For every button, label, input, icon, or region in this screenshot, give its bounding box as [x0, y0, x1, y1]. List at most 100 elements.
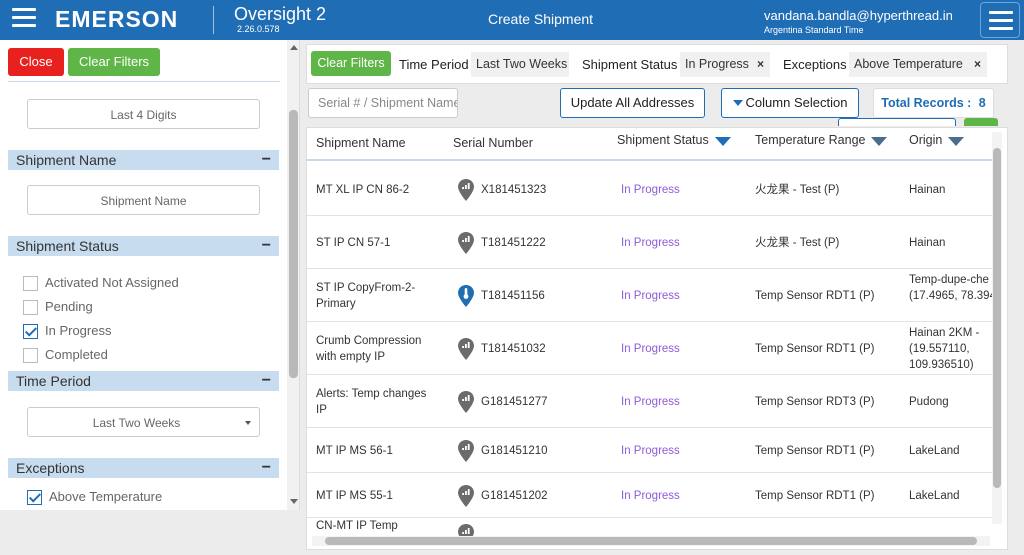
option-label: Activated Not Assigned	[45, 275, 179, 290]
update-all-addresses-button[interactable]: Update All Addresses	[560, 88, 705, 118]
cell-origin: Hainan	[909, 183, 946, 196]
applied-filters-bar: Clear Filters Time Period Last Two Weeks…	[306, 44, 1008, 84]
tracker-pin-icon[interactable]	[458, 390, 474, 413]
remove-icon[interactable]: ×	[757, 52, 764, 77]
col-temperature-range[interactable]: Temperature Range	[755, 133, 888, 147]
main-menu-button[interactable]	[980, 2, 1020, 38]
clear-filters-chip-button[interactable]: Clear Filters	[311, 51, 391, 76]
status-option-pending[interactable]: Pending	[23, 299, 93, 317]
filter-icon[interactable]	[871, 137, 888, 146]
section-title: Time Period	[16, 373, 91, 389]
cell-shipment-name[interactable]: Crumb Compression with empty IP	[316, 333, 434, 365]
table-row[interactable]: MT IP MS 56-1 G181451210 In Progress Temp S…	[307, 428, 993, 473]
filter-sidebar: Close Clear Filters Last 4 Digits Shipme…	[0, 40, 300, 510]
filter-icon	[732, 100, 743, 106]
checkbox-checked[interactable]	[23, 324, 38, 340]
table-row[interactable]: MT XL IP CN 86-2 X181451323 In Progress 火龙果…	[307, 163, 993, 216]
filter-icon[interactable]	[714, 137, 731, 146]
status-option-in-progress[interactable]: In Progress	[23, 323, 111, 341]
section-time-period[interactable]: Time Period −	[8, 371, 279, 391]
checkbox[interactable]	[23, 276, 38, 292]
tracker-pin-icon[interactable]	[458, 178, 474, 201]
section-title: Shipment Name	[16, 152, 117, 168]
collapse-icon[interactable]: −	[262, 371, 271, 391]
col-origin[interactable]: Origin	[909, 133, 965, 147]
table-row[interactable]: ST IP CopyFrom-2-Primary T181451156 In Pro…	[307, 269, 996, 322]
shipment-name-input[interactable]: Shipment Name	[27, 185, 260, 215]
button-label: Column Selection	[745, 95, 848, 110]
exception-option-above-temperature[interactable]: Above Temperature	[27, 489, 162, 507]
cell-origin: LakeLand	[909, 489, 960, 502]
cell-shipment-status: In Progress	[621, 444, 680, 457]
dropdown-arrow-icon	[245, 421, 251, 425]
filter-icon[interactable]	[948, 137, 965, 146]
option-label: Above Temperature	[49, 489, 163, 504]
clear-filters-button[interactable]: Clear Filters	[68, 48, 160, 76]
collapse-icon[interactable]: −	[262, 150, 271, 170]
partial-outline-button[interactable]	[838, 118, 956, 126]
section-title: Shipment Status	[16, 238, 119, 254]
user-email[interactable]: vandana.bandla@hyperthread.in	[764, 8, 953, 23]
col-serial-number[interactable]: Serial Number	[453, 136, 533, 150]
tracker-pin-icon[interactable]	[458, 337, 474, 360]
option-label: Completed	[45, 347, 108, 362]
column-label: Shipment Status	[617, 133, 709, 147]
section-exceptions[interactable]: Exceptions −	[8, 458, 279, 478]
app-name: Oversight 2	[234, 4, 327, 24]
tracker-pin-icon[interactable]	[458, 439, 474, 462]
serial-search-input[interactable]: Serial # / Shipment Name	[308, 88, 458, 118]
table-row[interactable]: Alerts: Temp changes IP G181451277 In Prog…	[307, 375, 993, 428]
cell-shipment-status: In Progress	[621, 183, 680, 196]
cell-shipment-name[interactable]: MT IP MS 55-1	[316, 488, 434, 504]
table-row[interactable]: Crumb Compression with empty IP T18145103…	[307, 322, 993, 375]
cell-shipment-name[interactable]: MT XL IP CN 86-2	[316, 182, 434, 198]
collapse-icon[interactable]: −	[262, 458, 271, 478]
hamburger-menu-icon[interactable]	[12, 8, 36, 30]
option-label: In Progress	[45, 323, 112, 338]
cell-serial-number: T181451156	[481, 289, 545, 302]
cell-temperature-range: Temp Sensor RDT3 (P)	[755, 395, 875, 408]
cell-temperature-range: Temp Sensor RDT1 (P)	[755, 289, 875, 302]
checkbox-checked[interactable]	[27, 490, 42, 506]
checkbox[interactable]	[23, 300, 38, 316]
cell-shipment-name[interactable]: ST IP CopyFrom-2-Primary	[316, 280, 434, 312]
cell-origin: Hainan 2KM - (19.557110, 109.936510)	[909, 326, 980, 371]
cell-temperature-range: Temp Sensor RDT1 (P)	[755, 444, 875, 457]
scroll-down-icon[interactable]	[290, 499, 298, 504]
exceptions-chip: Above Temperature ×	[849, 52, 987, 77]
table-horizontal-scroll-thumb[interactable]	[325, 537, 977, 545]
cell-shipment-name[interactable]: CN-MT IP Temp	[316, 518, 434, 534]
tracker-pin-icon[interactable]	[458, 231, 474, 254]
checkbox[interactable]	[23, 348, 38, 364]
cell-serial-number: G181451277	[481, 395, 548, 408]
status-option-completed[interactable]: Completed	[23, 347, 108, 365]
collapse-icon[interactable]: −	[262, 236, 271, 256]
close-button[interactable]: Close	[8, 48, 64, 76]
cell-shipment-name[interactable]: Alerts: Temp changes IP	[316, 386, 434, 418]
scroll-up-icon[interactable]	[290, 45, 298, 50]
chip-value: Above Temperature	[854, 57, 963, 71]
cell-shipment-name[interactable]: MT IP MS 56-1	[316, 443, 434, 459]
cell-temperature-range: Temp Sensor RDT1 (P)	[755, 489, 875, 502]
temperature-pin-icon[interactable]	[458, 284, 474, 307]
cell-shipment-status: In Progress	[621, 289, 680, 302]
cell-shipment-name[interactable]: ST IP CN 57-1	[316, 235, 434, 251]
col-shipment-status[interactable]: Shipment Status	[617, 133, 731, 147]
table-row[interactable]: MT IP MS 55-1 G181451202 In Progress Temp S…	[307, 473, 993, 518]
status-option-activated-not-assigned[interactable]: Activated Not Assigned	[23, 275, 179, 293]
tracker-pin-icon[interactable]	[458, 484, 474, 507]
section-shipment-name[interactable]: Shipment Name −	[8, 150, 279, 170]
column-selection-button[interactable]: Column Selection	[721, 88, 859, 118]
partial-green-button[interactable]	[964, 118, 998, 126]
table-row[interactable]: ST IP CN 57-1 T181451222 In Progress 火龙果 - …	[307, 216, 993, 269]
section-shipment-status[interactable]: Shipment Status −	[8, 236, 279, 256]
app-version: 2.26.0.578	[237, 24, 280, 34]
chip-value: In Progress	[685, 57, 749, 71]
total-records: Total Records : 8	[873, 88, 994, 118]
sidebar-scroll-thumb[interactable]	[289, 110, 298, 378]
col-shipment-name[interactable]: Shipment Name	[316, 136, 406, 150]
last-4-digits-input[interactable]: Last 4 Digits	[27, 99, 260, 129]
table-vertical-scroll-thumb[interactable]	[993, 148, 1001, 488]
time-period-select[interactable]: Last Two Weeks	[27, 407, 260, 437]
remove-icon[interactable]: ×	[974, 52, 981, 77]
